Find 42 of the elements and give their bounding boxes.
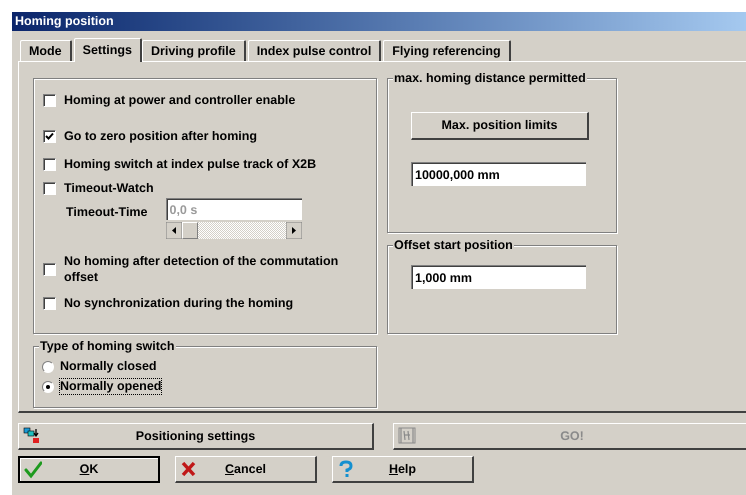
- cancel-button[interactable]: Cancel: [175, 456, 317, 483]
- checkbox-label: No homing after detection of the commutation offset: [64, 253, 340, 285]
- action-button: GO!: [393, 423, 746, 450]
- radio-label: Normally opened: [60, 379, 162, 394]
- tab[interactable]: Flying referencing: [383, 40, 511, 61]
- blocks-icon: [23, 427, 41, 445]
- checkbox[interactable]: [43, 182, 56, 194]
- question-mark-icon: [337, 460, 355, 478]
- field-label: Timeout-Time: [66, 204, 148, 221]
- checkbox[interactable]: [43, 130, 56, 142]
- offset-field[interactable]: 1,000 mm: [411, 265, 586, 289]
- tab[interactable]: Settings: [74, 38, 142, 62]
- checkbox[interactable]: [43, 296, 56, 310]
- scroll-right-icon: [286, 222, 302, 239]
- checkbox-label: Homing switch at index pulse track of X2B: [64, 156, 316, 172]
- group-title: max. homing distance permitted: [393, 71, 587, 86]
- group-title: Offset start position: [393, 238, 514, 253]
- checkbox-label: Go to zero position after homing: [64, 128, 258, 144]
- radio-button[interactable]: [42, 380, 54, 392]
- checkbox[interactable]: [43, 94, 56, 106]
- checkbox[interactable]: [43, 262, 56, 276]
- tab[interactable]: Index pulse control: [248, 40, 382, 61]
- limits-button[interactable]: Max. position limits: [411, 112, 589, 140]
- ok-button[interactable]: OK: [18, 456, 160, 483]
- group-title: Type of homing switch: [39, 339, 176, 354]
- tab[interactable]: Mode: [20, 40, 72, 61]
- cross-icon: [180, 460, 198, 478]
- action-button[interactable]: Positioning settings: [18, 423, 374, 450]
- scroll-thumb[interactable]: [182, 222, 198, 239]
- scroll-left-icon: [166, 222, 182, 239]
- distance-field[interactable]: 10000,000 mm: [411, 162, 586, 186]
- window-title: Homing position: [15, 13, 114, 30]
- checkbox-label: Homing at power and controller enable: [64, 92, 296, 108]
- scroll-bar[interactable]: [166, 222, 302, 239]
- tab[interactable]: Driving profile: [142, 40, 246, 61]
- checkbox-label: Timeout-Watch: [64, 180, 154, 196]
- radio-label: Normally closed: [60, 359, 157, 374]
- radio-button[interactable]: [42, 360, 54, 372]
- help-button[interactable]: Help: [332, 456, 474, 483]
- checkbox[interactable]: [43, 158, 56, 170]
- checkmark-icon: [24, 461, 42, 479]
- checkbox-label: No synchronization during the homing: [64, 295, 294, 311]
